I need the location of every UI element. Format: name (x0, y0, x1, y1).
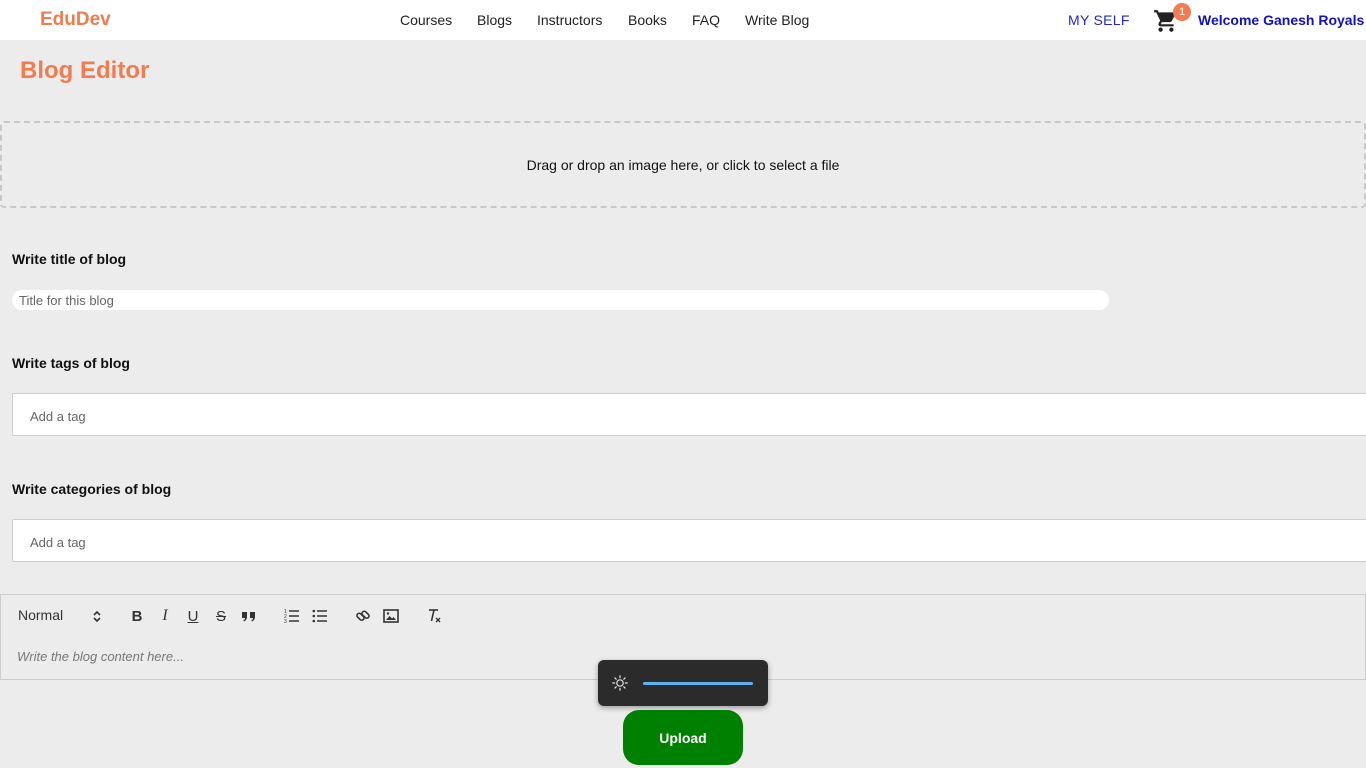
format-select-value: Normal (18, 607, 64, 623)
link-icon[interactable] (352, 605, 374, 627)
clean-format-icon[interactable] (423, 605, 445, 627)
editor-placeholder: Write the blog content here... (17, 649, 184, 664)
blog-title-input[interactable] (12, 290, 1109, 310)
nav-link-books[interactable]: Books (628, 12, 667, 28)
cart-count-badge: 1 (1173, 3, 1191, 21)
italic-glyph: I (162, 607, 168, 624)
categories-field[interactable] (12, 519, 1366, 562)
nav-link-instructors[interactable]: Instructors (537, 12, 602, 28)
categories-input[interactable] (28, 531, 432, 553)
bold-glyph: B (131, 607, 143, 625)
select-arrows-icon (93, 610, 101, 623)
strike-glyph: S (215, 607, 226, 625)
ordered-list-icon[interactable]: 1 2 3 (281, 605, 303, 627)
image-icon[interactable] (380, 605, 402, 627)
image-dropzone[interactable]: Drag or drop an image here, or click to … (0, 121, 1366, 208)
brightness-slider[interactable] (643, 682, 753, 685)
dropzone-text: Drag or drop an image here, or click to … (526, 156, 840, 173)
nav-link-faq[interactable]: FAQ (692, 12, 720, 28)
bullet-list-icon[interactable] (309, 605, 331, 627)
svg-text:3: 3 (284, 619, 287, 624)
top-navbar: EduDev Courses Blogs Instructors Books F… (0, 0, 1366, 40)
nav-link-write-blog[interactable]: Write Blog (745, 12, 809, 28)
tags-field[interactable] (12, 393, 1366, 436)
nav-link-blogs[interactable]: Blogs (477, 12, 512, 28)
page-title: Blog Editor (20, 57, 150, 84)
my-self-link[interactable]: MY SELF (1068, 12, 1130, 28)
upload-button[interactable]: Upload (623, 710, 743, 765)
tags-input[interactable] (28, 405, 432, 427)
format-select[interactable]: Normal (18, 607, 106, 625)
italic-icon[interactable]: I (154, 605, 176, 627)
underline-icon[interactable]: U (182, 605, 204, 627)
bold-icon[interactable]: B (126, 605, 148, 627)
editor-toolbar: Normal B I U S 1 2 3 (0, 594, 1366, 636)
brightness-icon (612, 675, 628, 691)
tags-label: Write tags of blog (12, 355, 130, 371)
strike-icon[interactable]: S (210, 605, 232, 627)
underline-glyph: U (187, 607, 199, 625)
blockquote-icon[interactable] (238, 605, 260, 627)
title-label: Write title of blog (12, 251, 127, 267)
nav-link-courses[interactable]: Courses (400, 12, 452, 28)
welcome-user-text[interactable]: Welcome Ganesh Royals (1198, 12, 1364, 28)
brightness-slider-fill (643, 682, 753, 685)
brightness-popup (598, 660, 768, 706)
categories-label: Write categories of blog (12, 481, 172, 497)
